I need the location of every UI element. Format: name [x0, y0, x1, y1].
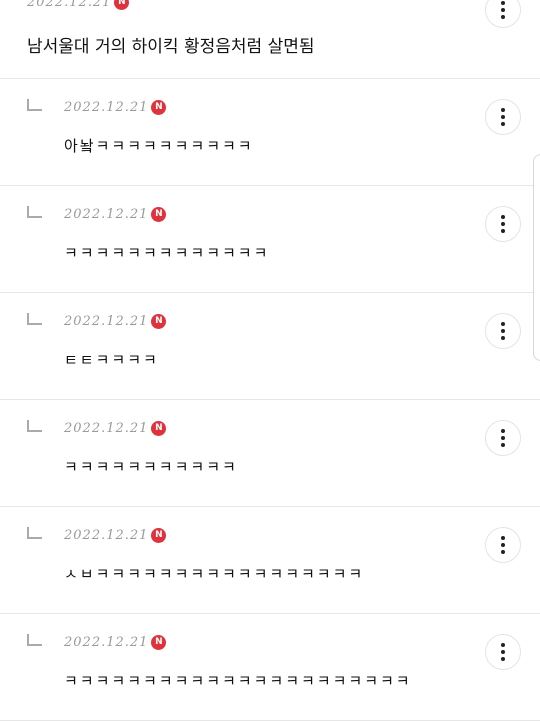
reply-date: 2022.12.21 — [64, 313, 149, 329]
reply-item: 2022.12.21 N ㅋㅋㅋㅋㅋㅋㅋㅋㅋㅋㅋㅋㅋ — [0, 186, 540, 293]
more-vertical-icon — [501, 108, 505, 126]
reply-date: 2022.12.21 — [64, 99, 149, 115]
reply-date: 2022.12.21 — [64, 206, 149, 222]
more-options-button[interactable] — [485, 313, 521, 349]
reply-item: 2022.12.21 N ㅌㅌㅋㅋㅋㅋ — [0, 293, 540, 400]
new-badge: N — [151, 206, 167, 222]
new-badge: N — [114, 0, 130, 10]
new-badge: N — [151, 420, 167, 436]
reply-meta: 2022.12.21 N — [64, 311, 167, 331]
reply-text: ㅋㅋㅋㅋㅋㅋㅋㅋㅋㅋㅋ — [64, 458, 238, 476]
new-badge: N — [151, 634, 167, 650]
more-vertical-icon — [501, 643, 505, 661]
comment-date: 2022.12.21 — [27, 0, 112, 10]
reply-meta: 2022.12.21 N — [64, 632, 167, 652]
reply-item: 2022.12.21 N ㅋㅋㅋㅋㅋㅋㅋㅋㅋㅋㅋ — [0, 400, 540, 507]
more-vertical-icon — [501, 536, 505, 554]
reply-meta: 2022.12.21 N — [64, 97, 167, 117]
reply-meta: 2022.12.21 N — [64, 204, 167, 224]
reply-arrow-icon — [27, 527, 42, 539]
reply-arrow-icon — [27, 420, 42, 432]
new-badge: N — [151, 99, 167, 115]
more-options-button[interactable] — [485, 634, 521, 670]
reply-arrow-icon — [27, 206, 42, 218]
reply-date: 2022.12.21 — [64, 527, 149, 543]
reply-item: 2022.12.21 N ㅅㅂㅋㅋㅋㅋㅋㅋㅋㅋㅋㅋㅋㅋㅋㅋㅋㅋㅋ — [0, 507, 540, 614]
reply-text: ㅋㅋㅋㅋㅋㅋㅋㅋㅋㅋㅋㅋㅋㅋㅋㅋㅋㅋㅋㅋㅋㅋ — [64, 672, 412, 690]
reply-text: ㅅㅂㅋㅋㅋㅋㅋㅋㅋㅋㅋㅋㅋㅋㅋㅋㅋㅋㅋ — [64, 565, 365, 583]
reply-arrow-icon — [27, 313, 42, 325]
new-badge: N — [151, 313, 167, 329]
reply-meta: 2022.12.21 N — [64, 525, 167, 545]
reply-item: 2022.12.21 N ㅋㅋㅋㅋㅋㅋㅋㅋㅋㅋㅋㅋㅋㅋㅋㅋㅋㅋㅋㅋㅋㅋ — [0, 614, 540, 721]
reply-arrow-icon — [27, 634, 42, 646]
reply-text: ㅋㅋㅋㅋㅋㅋㅋㅋㅋㅋㅋㅋㅋ — [64, 244, 270, 262]
more-options-button[interactable] — [485, 527, 521, 563]
more-options-button[interactable] — [485, 206, 521, 242]
comment-meta: 2022.12.21 N — [27, 0, 130, 12]
more-vertical-icon — [501, 429, 505, 447]
reply-arrow-icon — [27, 99, 42, 111]
reply-text: 아놬ㅋㅋㅋㅋㅋㅋㅋㅋㅋㅋ — [64, 137, 254, 155]
reply-item: 2022.12.21 N 아놬ㅋㅋㅋㅋㅋㅋㅋㅋㅋㅋ — [0, 79, 540, 186]
reply-meta: 2022.12.21 N — [64, 418, 167, 438]
more-options-button[interactable] — [485, 99, 521, 135]
more-options-button[interactable] — [485, 420, 521, 456]
reply-text: ㅌㅌㅋㅋㅋㅋ — [64, 351, 159, 369]
new-badge: N — [151, 527, 167, 543]
more-vertical-icon — [501, 322, 505, 340]
comment-item: 2022.12.21 N 남서울대 거의 하이킥 황정음처럼 살면됨 — [0, 0, 540, 79]
more-vertical-icon — [501, 1, 505, 19]
more-vertical-icon — [501, 215, 505, 233]
reply-date: 2022.12.21 — [64, 634, 149, 650]
comment-text: 남서울대 거의 하이킥 황정음처럼 살면됨 — [27, 37, 315, 57]
side-panel-handle[interactable] — [533, 154, 540, 361]
reply-date: 2022.12.21 — [64, 420, 149, 436]
more-options-button[interactable] — [485, 0, 521, 28]
